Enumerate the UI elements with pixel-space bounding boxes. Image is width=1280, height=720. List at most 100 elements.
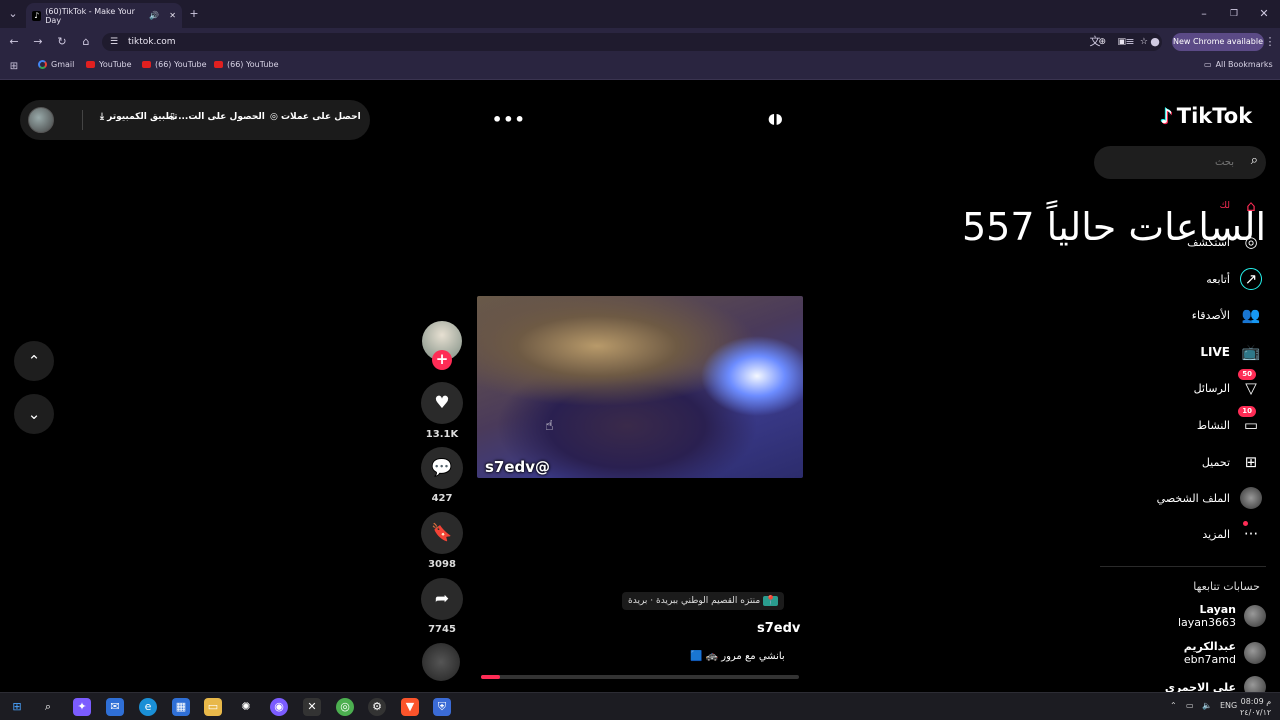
following-account-item[interactable]: Layan layan3663 <box>1178 603 1266 629</box>
windows-taskbar: ⊞ ⌕ ✦ ✉ e ▦ ▭ ✺ ◉ ✕ ◎ ⚙ ▼ ⛨ ⌃ ▭ 🔈 ENG 08… <box>0 692 1280 720</box>
nav-profile[interactable]: الملف الشخصي <box>1157 487 1262 509</box>
nav-friends[interactable]: 👥 الأصدقاء <box>1192 304 1262 326</box>
address-bar[interactable]: ☰ tiktok.com ⊕ ▣ ☆ <box>102 33 1162 51</box>
volume-tray-icon[interactable]: 🔈 <box>1202 701 1212 710</box>
search-input[interactable] <box>1104 153 1234 171</box>
nav-messages[interactable]: ▽ 50 الرسائل <box>1194 369 1262 399</box>
site-info-icon[interactable]: ☰ <box>110 33 118 51</box>
store-icon[interactable]: ▦ <box>172 698 190 716</box>
reading-list-icon[interactable]: ≡ <box>1122 35 1138 49</box>
following-account-item[interactable]: عبدالكريم ebn7amd <box>1184 640 1266 666</box>
user-avatar[interactable] <box>28 107 54 133</box>
nav-more[interactable]: ··· المزيد <box>1202 521 1262 545</box>
search-box[interactable]: ⌕ <box>1094 146 1266 179</box>
restore-icon[interactable]: ❐ <box>1226 7 1242 21</box>
apps-grid-icon[interactable]: ⊞ <box>6 60 22 74</box>
account-avatar <box>1244 605 1266 627</box>
get-app-button[interactable]: الحصول على الت... ▯ <box>170 112 265 122</box>
bookmark-gmail[interactable]: Gmail <box>38 60 74 69</box>
phone-icon: ▯ <box>170 112 175 122</box>
clock-date: ٢٤/٠٧/١٢ <box>1240 708 1272 717</box>
like-count: 13.1K <box>425 429 459 440</box>
close-window-icon[interactable]: ✕ <box>1256 7 1272 21</box>
share-count: 7745 <box>428 624 456 635</box>
save-count: 3098 <box>428 559 456 570</box>
home-icon[interactable]: ⌂ <box>78 35 94 49</box>
file-explorer-icon[interactable]: ▭ <box>204 698 222 716</box>
desktop-app-button[interactable]: تطبيق الكمبيوتر ⤓ <box>100 112 178 122</box>
bookmark-youtube-66[interactable]: (66) YouTube <box>142 60 207 69</box>
back-icon[interactable]: ← <box>6 35 22 49</box>
new-chrome-available-button[interactable]: New Chrome available <box>1172 33 1264 51</box>
video-author[interactable]: s7edv <box>757 621 800 636</box>
video-caption: بانشي مع مرور 🚓 🟦 <box>690 651 785 662</box>
profile-icon[interactable]: ● <box>1147 35 1163 49</box>
comment-button[interactable]: 💬 <box>421 447 463 489</box>
forward-icon[interactable]: → <box>30 35 46 49</box>
discord-icon[interactable]: ◉ <box>270 698 288 716</box>
search-icon[interactable]: ⌕ <box>1251 153 1258 168</box>
more-options-icon[interactable]: ••• <box>492 110 526 129</box>
comment-count: 427 <box>431 493 453 504</box>
vpn-shield-icon[interactable]: ⛨ <box>433 698 451 716</box>
friends-icon: 👥 <box>1241 306 1261 324</box>
nav-live[interactable]: 📺 LIVE <box>1200 341 1262 363</box>
steam-icon[interactable]: ⚙ <box>368 698 386 716</box>
next-video-button[interactable]: ⌄ <box>14 394 54 434</box>
translate-icon[interactable]: 文 <box>1087 35 1103 49</box>
youtube-icon <box>86 61 95 68</box>
send-icon: ▽ 50 <box>1238 369 1262 399</box>
follow-plus-button[interactable]: + <box>432 350 452 370</box>
mail-icon[interactable]: ✉ <box>106 698 124 716</box>
speaker-icon: 🔊 <box>149 11 160 20</box>
chrome-icon[interactable]: ◎ <box>336 698 354 716</box>
tab-list-icon[interactable]: ⌄ <box>5 7 21 21</box>
location-tag[interactable]: 📍 منتزه القصيم الوطني ببريدة · بريدة <box>622 592 785 610</box>
brave-icon[interactable]: ▼ <box>401 698 419 716</box>
nav-following[interactable]: ↗ أتابعه <box>1206 268 1262 290</box>
volume-icon[interactable]: ◖◗ <box>768 111 783 127</box>
nav-upload[interactable]: ⊞ تحميل <box>1202 451 1262 473</box>
clock[interactable]: 08:09 م ٢٤/٠٧/١٢ <box>1240 696 1271 718</box>
tab-title: (60)TikTok - Make Your Day <box>45 6 135 25</box>
browser-tab[interactable]: ♪ (60)TikTok - Make Your Day 🔊 ✕ <box>26 3 182 28</box>
tray-chevron-icon[interactable]: ⌃ <box>1170 701 1177 710</box>
location-pin-icon: 📍 <box>763 596 779 606</box>
following-accounts-heading: حسابات تتابعها <box>1193 580 1260 593</box>
network-icon[interactable]: ▭ <box>1186 701 1194 710</box>
language-indicator[interactable]: ENG <box>1220 701 1237 710</box>
minimize-icon[interactable]: – <box>1196 7 1212 21</box>
share-button[interactable]: ➦ <box>421 578 463 620</box>
bookmark-youtube-66-2[interactable]: (66) YouTube <box>214 60 279 69</box>
hours-counter-overlay: عدد الساعات حالياً 557 <box>962 205 1280 249</box>
video-player[interactable]: s7edv@ <box>477 296 803 478</box>
nav-activity[interactable]: ▭ 10 النشاط <box>1197 406 1262 436</box>
reload-icon[interactable]: ↻ <box>54 35 70 49</box>
activity-icon: ▭ 10 <box>1238 406 1262 436</box>
get-coins-button[interactable]: احصل على عملات ◎ <box>270 112 361 122</box>
close-tab-icon[interactable]: ✕ <box>169 11 176 20</box>
youtube-icon <box>142 61 151 68</box>
menu-icon[interactable]: ⋮ <box>1262 35 1278 49</box>
search-icon[interactable]: ⌕ <box>39 698 57 716</box>
account-name: عبدالكريم <box>1183 640 1236 653</box>
new-tab-icon[interactable]: + <box>186 7 202 21</box>
save-button[interactable]: 🔖 <box>421 512 463 554</box>
activity-badge: 10 <box>1238 406 1256 417</box>
xbox-icon[interactable]: ✕ <box>303 698 321 716</box>
divider <box>82 110 83 130</box>
profile-avatar-icon <box>1240 487 1262 509</box>
copilot-icon[interactable]: ✦ <box>73 698 91 716</box>
edge-icon[interactable]: e <box>139 698 157 716</box>
tiktok-logo[interactable]: ♪ TikTok <box>1160 104 1252 128</box>
bookmark-youtube[interactable]: YouTube <box>86 60 132 69</box>
account-handle: layan3663 <box>1177 616 1236 629</box>
openai-icon[interactable]: ✺ <box>237 698 255 716</box>
like-button[interactable]: ♥ <box>421 382 463 424</box>
all-bookmarks[interactable]: ▭ All Bookmarks <box>1204 60 1273 69</box>
hand-cursor-icon: ☝ <box>545 418 554 434</box>
video-progress-bar[interactable] <box>481 675 799 679</box>
windows-start-icon[interactable]: ⊞ <box>8 698 26 716</box>
previous-video-button[interactable]: ⌃ <box>14 341 54 381</box>
music-disc[interactable] <box>422 643 460 681</box>
